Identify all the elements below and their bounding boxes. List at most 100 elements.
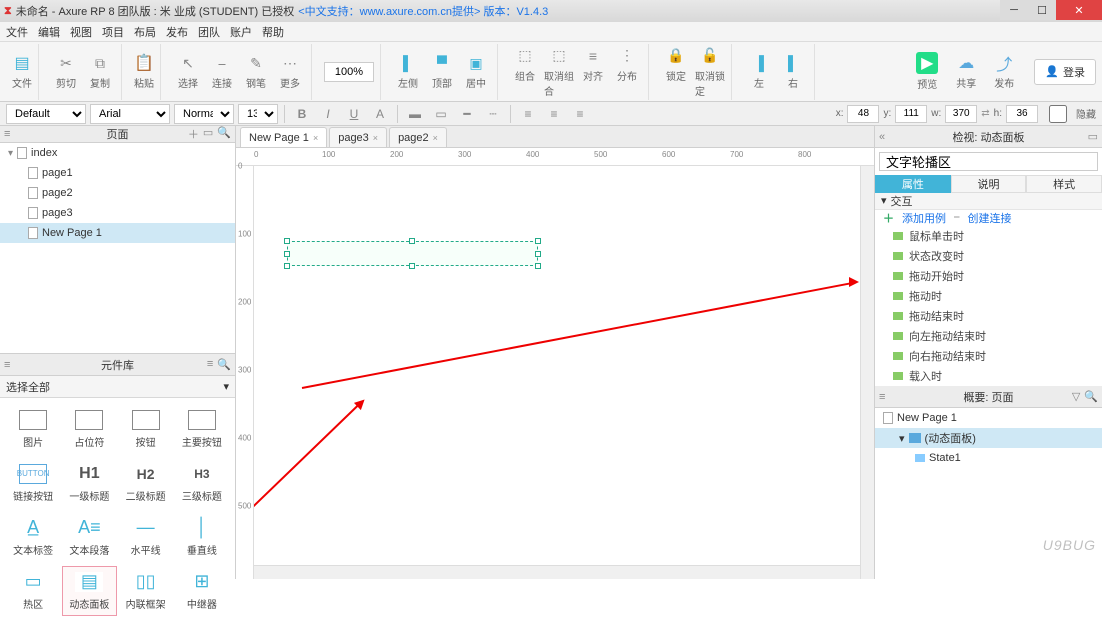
lib-item-文本段落[interactable]: A≡文本段落 (62, 512, 116, 562)
search-icon[interactable]: 🔍 (217, 126, 231, 142)
close-icon[interactable]: × (313, 133, 318, 143)
menu-view[interactable]: 视图 (70, 24, 92, 40)
resize-handle[interactable] (284, 251, 290, 257)
select-icon[interactable]: ↖ (178, 53, 198, 73)
event-载入时[interactable]: 载入时 (875, 366, 1102, 386)
font-select[interactable]: Arial (90, 104, 170, 124)
unlock-icon[interactable]: 🔓 (700, 46, 720, 66)
hidden-checkbox[interactable] (1042, 105, 1074, 123)
paste-icon[interactable]: 📋 (134, 53, 154, 73)
resize-handle[interactable] (409, 263, 415, 269)
close-icon[interactable]: × (433, 133, 438, 143)
align-left-text-button[interactable]: ≡ (517, 104, 539, 124)
tab-properties[interactable]: 属性 (875, 175, 951, 193)
login-button[interactable]: 👤登录 (1034, 59, 1096, 85)
tab-page3[interactable]: page3× (329, 127, 387, 147)
right-icon[interactable]: ▌ (783, 53, 803, 73)
tree-page1[interactable]: page1 (0, 163, 235, 183)
more-icon[interactable]: ⋯ (280, 53, 300, 73)
insp-menu-icon[interactable]: ▭ (1088, 130, 1098, 143)
lib-collapse-icon[interactable]: ≡ (4, 359, 10, 371)
tree-page3[interactable]: page3 (0, 203, 235, 223)
window-maximize-button[interactable]: ☐ (1028, 0, 1056, 20)
copy-icon[interactable]: ⧉ (90, 53, 110, 73)
event-向左拖动结束时[interactable]: 向左拖动结束时 (875, 326, 1102, 346)
create-link-link[interactable]: 创建连接 (968, 210, 1012, 226)
insp-collapse-icon[interactable]: « (879, 131, 885, 143)
connect-icon[interactable]: ⎯ (212, 53, 232, 73)
align-icon[interactable]: ≡ (583, 46, 603, 66)
fill-color-button[interactable]: ▬ (404, 104, 426, 124)
event-拖动开始时[interactable]: 拖动开始时 (875, 266, 1102, 286)
tab-notes[interactable]: 说明 (951, 175, 1027, 193)
filter-icon[interactable]: ▽ (1072, 390, 1080, 403)
add-case-link[interactable]: 添加用例 (902, 210, 946, 226)
outline-page[interactable]: New Page 1 (875, 408, 1102, 428)
align-right-text-button[interactable]: ≡ (569, 104, 591, 124)
menu-publish[interactable]: 发布 (166, 24, 188, 40)
lib-item-水平线[interactable]: —水平线 (119, 512, 173, 562)
event-拖动时[interactable]: 拖动时 (875, 286, 1102, 306)
y-input[interactable] (895, 105, 927, 123)
add-folder-icon[interactable]: ▭ (203, 126, 213, 142)
lib-item-链接按钮[interactable]: BUTTON链接按钮 (6, 458, 60, 508)
lib-item-文本标签[interactable]: A̲文本标签 (6, 512, 60, 562)
border-color-button[interactable]: ▭ (430, 104, 452, 124)
line-width-button[interactable]: ━ (456, 104, 478, 124)
underline-button[interactable]: U (343, 104, 365, 124)
menu-edit[interactable]: 编辑 (38, 24, 60, 40)
resize-handle[interactable] (284, 238, 290, 244)
lib-item-热区[interactable]: ▭热区 (6, 566, 60, 616)
font-weight-select[interactable]: Normal (174, 104, 234, 124)
ungroup-icon[interactable]: ⬚ (549, 46, 569, 66)
menu-help[interactable]: 帮助 (262, 24, 284, 40)
distribute-icon[interactable]: ⋮ (617, 46, 637, 66)
lib-item-三级标题[interactable]: H3三级标题 (175, 458, 229, 508)
lib-item-按钮[interactable]: 按钮 (119, 404, 173, 454)
group-icon[interactable]: ⬚ (515, 46, 535, 66)
h-input[interactable] (1006, 105, 1038, 123)
page-tree[interactable]: ▾index page1 page2 page3 New Page 1 (0, 143, 235, 353)
left-icon[interactable]: ▐ (749, 53, 769, 73)
event-鼠标单击时[interactable]: 鼠标单击时 (875, 226, 1102, 246)
window-minimize-button[interactable]: ─ (1000, 0, 1028, 20)
line-style-button[interactable]: ┄ (482, 104, 504, 124)
align-top-icon[interactable]: ▀ (432, 53, 452, 73)
font-size-select[interactable]: 13 (238, 104, 278, 124)
align-center-icon[interactable]: ▣ (466, 53, 486, 73)
resize-handle[interactable] (535, 263, 541, 269)
tab-newpage1[interactable]: New Page 1× (240, 127, 327, 147)
style-preset-select[interactable]: Default (6, 104, 86, 124)
menu-layout[interactable]: 布局 (134, 24, 156, 40)
menu-account[interactable]: 账户 (230, 24, 252, 40)
lib-item-二级标题[interactable]: H2二级标题 (119, 458, 173, 508)
preview-icon[interactable]: ▶ (916, 52, 938, 74)
tab-page2[interactable]: page2× (389, 127, 447, 147)
outline-dynamic-panel[interactable]: ▾(动态面板) (875, 428, 1102, 448)
zoom-input[interactable] (324, 62, 374, 82)
lib-menu-icon[interactable]: ≡ (207, 358, 213, 371)
share-icon[interactable]: ☁ (956, 53, 976, 73)
lib-item-占位符[interactable]: 占位符 (62, 404, 116, 454)
menu-team[interactable]: 团队 (198, 24, 220, 40)
scrollbar-horizontal[interactable] (254, 565, 860, 579)
lib-item-内联框架[interactable]: ▯▯内联框架 (119, 566, 173, 616)
w-input[interactable] (945, 105, 977, 123)
resize-handle[interactable] (535, 238, 541, 244)
add-case-icon[interactable]: ＋ (883, 210, 894, 226)
add-page-icon[interactable]: ＋ (188, 126, 199, 142)
tree-root[interactable]: ▾index (0, 143, 235, 163)
event-向右拖动结束时[interactable]: 向右拖动结束时 (875, 346, 1102, 366)
x-input[interactable] (847, 105, 879, 123)
outline-collapse-icon[interactable]: ≡ (879, 391, 885, 403)
align-center-text-button[interactable]: ≡ (543, 104, 565, 124)
scrollbar-vertical[interactable] (860, 166, 874, 579)
menu-project[interactable]: 项目 (102, 24, 124, 40)
tree-page2[interactable]: page2 (0, 183, 235, 203)
bold-button[interactable]: B (291, 104, 313, 124)
lib-item-中继器[interactable]: ⊞中继器 (175, 566, 229, 616)
tab-style[interactable]: 样式 (1026, 175, 1102, 193)
outline-state1[interactable]: State1 (875, 448, 1102, 468)
publish-icon[interactable]: ⤴ (994, 53, 1014, 73)
resize-handle[interactable] (284, 263, 290, 269)
